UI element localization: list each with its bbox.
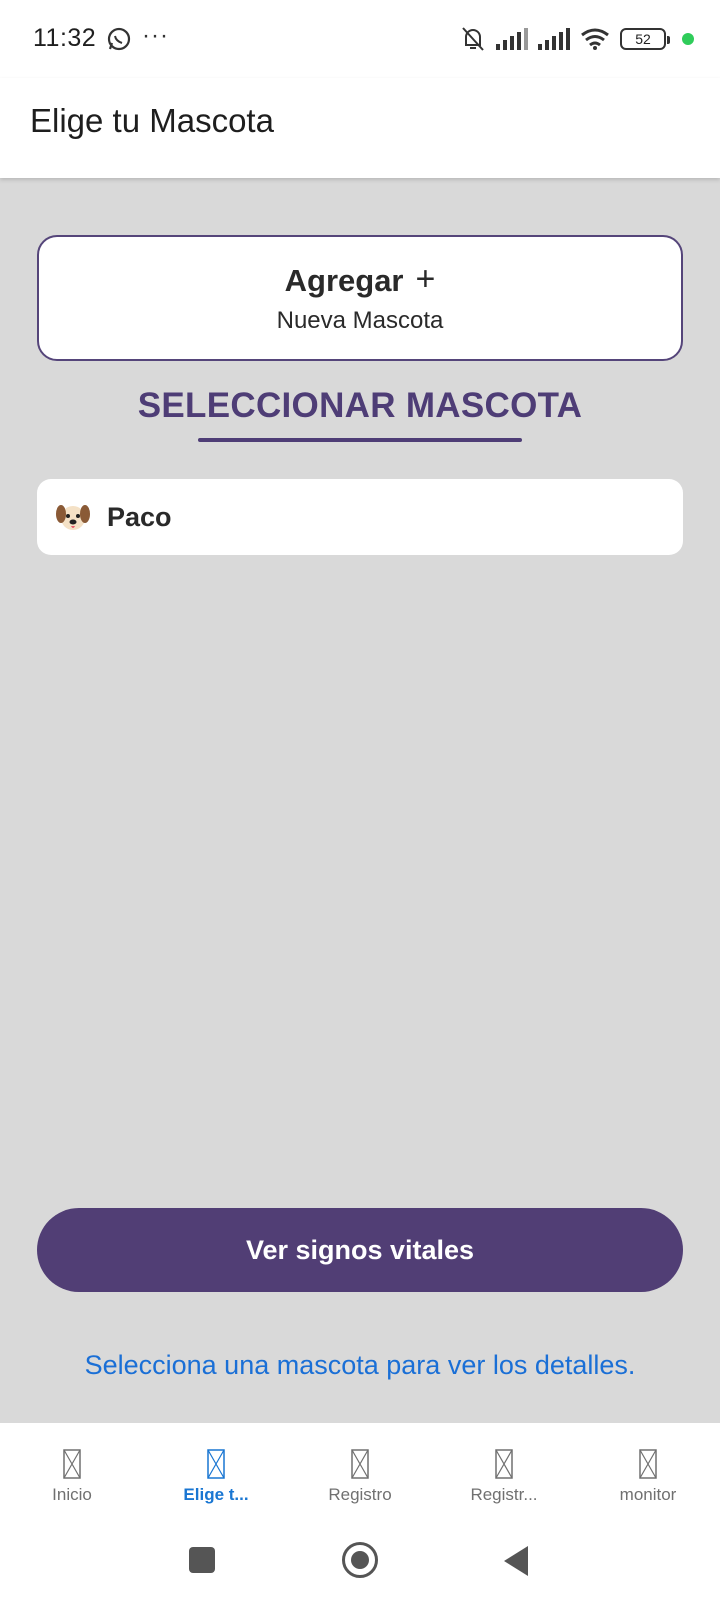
placeholder-icon [351, 1449, 369, 1479]
nav-label: monitor [619, 1485, 677, 1504]
home-icon[interactable] [342, 1542, 378, 1578]
privacy-indicator-dot [682, 33, 694, 45]
battery-level: 52 [635, 31, 651, 47]
nav-item-registro[interactable]: Registro [288, 1423, 432, 1533]
status-time: 11:32 [33, 24, 97, 52]
nav-item-inicio[interactable]: Inicio [0, 1423, 144, 1533]
nav-item-registro-2[interactable]: Registr... [432, 1423, 576, 1533]
placeholder-icon [207, 1449, 225, 1479]
signal-icon [538, 28, 570, 50]
battery-icon: 52 [620, 28, 670, 50]
more-icon: ··· [142, 22, 169, 49]
hint-text: Selecciona una mascota para ver los deta… [84, 1350, 636, 1380]
view-vitals-button[interactable]: Ver signos vitales [37, 1208, 683, 1292]
placeholder-icon [639, 1449, 657, 1479]
system-nav-bar [0, 1533, 720, 1600]
nav-item-monitor[interactable]: monitor [576, 1423, 720, 1533]
nav-label: Inicio [52, 1485, 92, 1504]
back-icon[interactable] [504, 1546, 528, 1576]
section-title: SELECCIONAR MASCOTA [137, 386, 583, 425]
placeholder-icon [63, 1449, 81, 1479]
bell-off-icon [462, 27, 484, 51]
dog-face-icon [56, 505, 90, 530]
wifi-icon [581, 28, 609, 50]
nav-label: Registro [328, 1485, 392, 1504]
recent-apps-icon[interactable] [189, 1547, 215, 1573]
plus-icon: + [415, 260, 436, 298]
status-bar: 11:32 ··· 52 [0, 0, 720, 78]
add-pet-row: Agregar + [39, 260, 681, 299]
whatsapp-icon [107, 27, 131, 51]
nav-label: Registr... [470, 1485, 538, 1504]
app-bar: Elige tu Mascota [0, 78, 720, 178]
page-title: Elige tu Mascota [30, 102, 274, 139]
nav-label: Elige t... [183, 1485, 249, 1504]
section-underline [198, 438, 522, 442]
signal-icon [496, 28, 528, 50]
pet-list-item[interactable]: Paco [37, 479, 683, 555]
pet-name: Paco [107, 501, 172, 532]
status-icons: 52 [460, 24, 694, 54]
add-pet-button[interactable]: Agregar + Nueva Mascota [37, 235, 683, 361]
bottom-nav: Inicio Elige t... Registro Registr... mo… [0, 1423, 720, 1533]
placeholder-icon [495, 1449, 513, 1479]
add-pet-subtitle: Nueva Mascota [276, 307, 444, 334]
add-pet-label: Agregar [284, 263, 404, 298]
nav-item-elige-tu-mascota[interactable]: Elige t... [144, 1423, 288, 1533]
